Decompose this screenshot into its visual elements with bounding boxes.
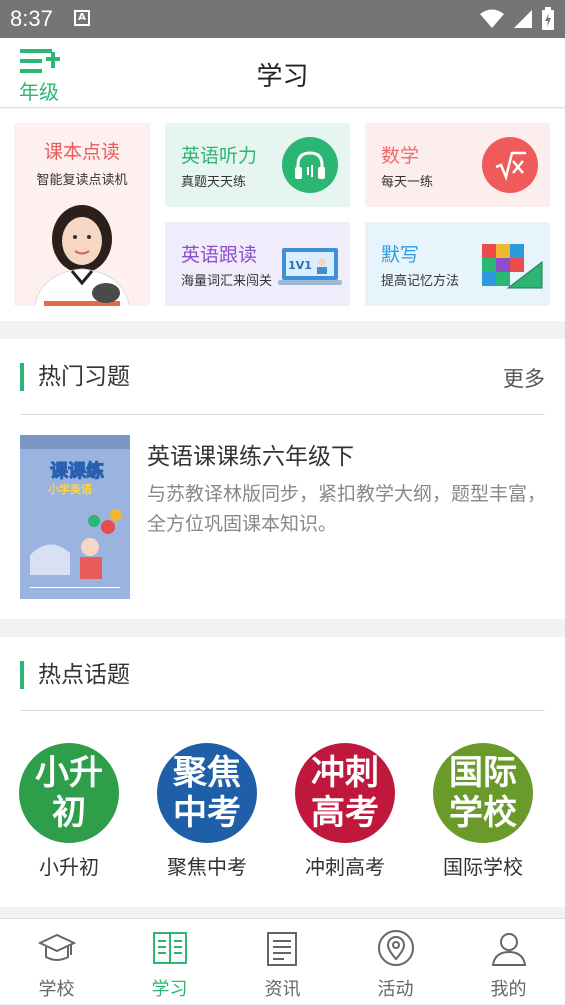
divider xyxy=(20,414,545,415)
feature-english-followread[interactable]: 英语跟读 海量词汇来闯关 1V1 xyxy=(165,222,350,306)
feature-title: 英语跟读 xyxy=(181,244,258,266)
tab-activity[interactable]: 活动 xyxy=(339,919,452,1005)
section-title: 热门习题 xyxy=(20,363,130,391)
tab-news[interactable]: 资讯 xyxy=(226,919,339,1005)
topic-circle: 国际学校 xyxy=(433,743,533,843)
tab-label: 活动 xyxy=(377,979,414,1000)
book-cover-illustration: 课课练 小学英语 xyxy=(20,435,130,599)
headphones-icon xyxy=(282,137,338,193)
bottom-tab-bar: 学校 学习 资讯 活动 我的 xyxy=(0,918,565,1004)
location-icon xyxy=(378,930,414,966)
topic-circle-text: 冲刺高考 xyxy=(311,753,379,833)
section-title: 热点话题 xyxy=(20,661,130,689)
topic-label: 冲刺高考 xyxy=(305,855,385,879)
tab-label: 学校 xyxy=(38,979,75,1000)
topic-zhongkao[interactable]: 聚焦中考 聚焦中考 xyxy=(157,743,257,880)
cover-title: 课课练 xyxy=(50,460,104,482)
system-icons xyxy=(479,7,555,31)
news-icon xyxy=(267,932,297,966)
signal-icon xyxy=(514,10,532,28)
feature-math[interactable]: 数学 每天一练 xyxy=(365,123,550,207)
student-illustration xyxy=(34,205,130,306)
sqrt-icon xyxy=(482,137,538,193)
topic-circle: 小升初 xyxy=(19,743,119,843)
feature-title: 英语听力 xyxy=(181,145,258,167)
cover-subtitle: 小学英语 xyxy=(47,482,92,496)
feature-grid: 课本点读 智能复读点读机 英语听力 真题天天练 数学 每天一练 英语跟读 海量词… xyxy=(0,109,565,321)
topic-label: 聚焦中考 xyxy=(167,855,247,879)
status-bar: 8:37 A xyxy=(0,0,565,38)
topic-label: 小升初 xyxy=(39,855,99,879)
book-description: 与苏教译林版同步，紧扣教学大纲，题型丰富，全方位巩固课本知识。 xyxy=(147,483,547,535)
1v1-label: 1V1 xyxy=(288,259,312,272)
topic-circle-text: 聚焦中考 xyxy=(173,753,241,833)
hot-exercises-section: 热门习题 更多 课课练 小学英语 英语课课练六年级下 与苏教译林版同步，紧扣教学… xyxy=(0,339,565,619)
tab-label: 资讯 xyxy=(264,979,301,1000)
feature-subtitle: 海量词汇来闯关 xyxy=(181,274,273,289)
feature-title: 数学 xyxy=(381,145,420,167)
notification-icon: A xyxy=(74,10,90,26)
feature-title: 默写 xyxy=(381,244,420,266)
school-hat-icon xyxy=(38,933,76,961)
feature-title: 课本点读 xyxy=(43,141,120,163)
book-cover[interactable]: 课课练 小学英语 xyxy=(20,435,130,599)
tab-profile[interactable]: 我的 xyxy=(452,919,565,1005)
topic-label: 国际学校 xyxy=(443,855,523,879)
hot-topics-section: 热点话题 小升初 小升初 聚焦中考 聚焦中考 冲刺高考 冲刺高考 国际学校 国际… xyxy=(0,637,565,907)
topic-circle-text: 小升初 xyxy=(35,753,103,833)
status-time: 8:37 xyxy=(10,6,53,31)
tab-label: 学习 xyxy=(151,979,188,1000)
topic-circle: 冲刺高考 xyxy=(295,743,395,843)
topic-xiaoshengchu[interactable]: 小升初 小升初 xyxy=(19,743,119,880)
feature-subtitle: 智能复读点读机 xyxy=(36,173,128,188)
page-title: 学习 xyxy=(256,62,309,92)
book-title[interactable]: 英语课课练六年级下 xyxy=(147,437,354,471)
more-link[interactable]: 更多 xyxy=(503,363,545,393)
tab-study[interactable]: 学习 xyxy=(113,919,226,1005)
topic-international-school[interactable]: 国际学校 国际学校 xyxy=(433,743,533,880)
book-icon xyxy=(153,932,187,964)
topic-circle: 聚焦中考 xyxy=(157,743,257,843)
battery-icon xyxy=(542,7,554,30)
feature-english-listening[interactable]: 英语听力 真题天天练 xyxy=(165,123,350,207)
topic-circle-text: 国际学校 xyxy=(449,753,517,833)
feature-dictation[interactable]: 默写 提高记忆方法 xyxy=(365,222,550,306)
profile-icon xyxy=(491,933,527,966)
number-blocks-icon xyxy=(482,244,543,289)
app-header: 年级 学习 xyxy=(0,38,565,108)
feature-textbook-reading[interactable]: 课本点读 智能复读点读机 xyxy=(14,123,150,306)
feature-subtitle: 真题天天练 xyxy=(181,175,247,190)
feature-subtitle: 每天一练 xyxy=(381,175,434,190)
1v1-icon: 1V1 xyxy=(278,248,342,285)
wifi-icon xyxy=(480,9,504,28)
tab-school[interactable]: 学校 xyxy=(0,919,113,1005)
feature-subtitle: 提高记忆方法 xyxy=(381,274,460,289)
divider xyxy=(20,710,545,711)
tab-label: 我的 xyxy=(490,979,527,1000)
topic-gaokao[interactable]: 冲刺高考 冲刺高考 xyxy=(295,743,395,880)
